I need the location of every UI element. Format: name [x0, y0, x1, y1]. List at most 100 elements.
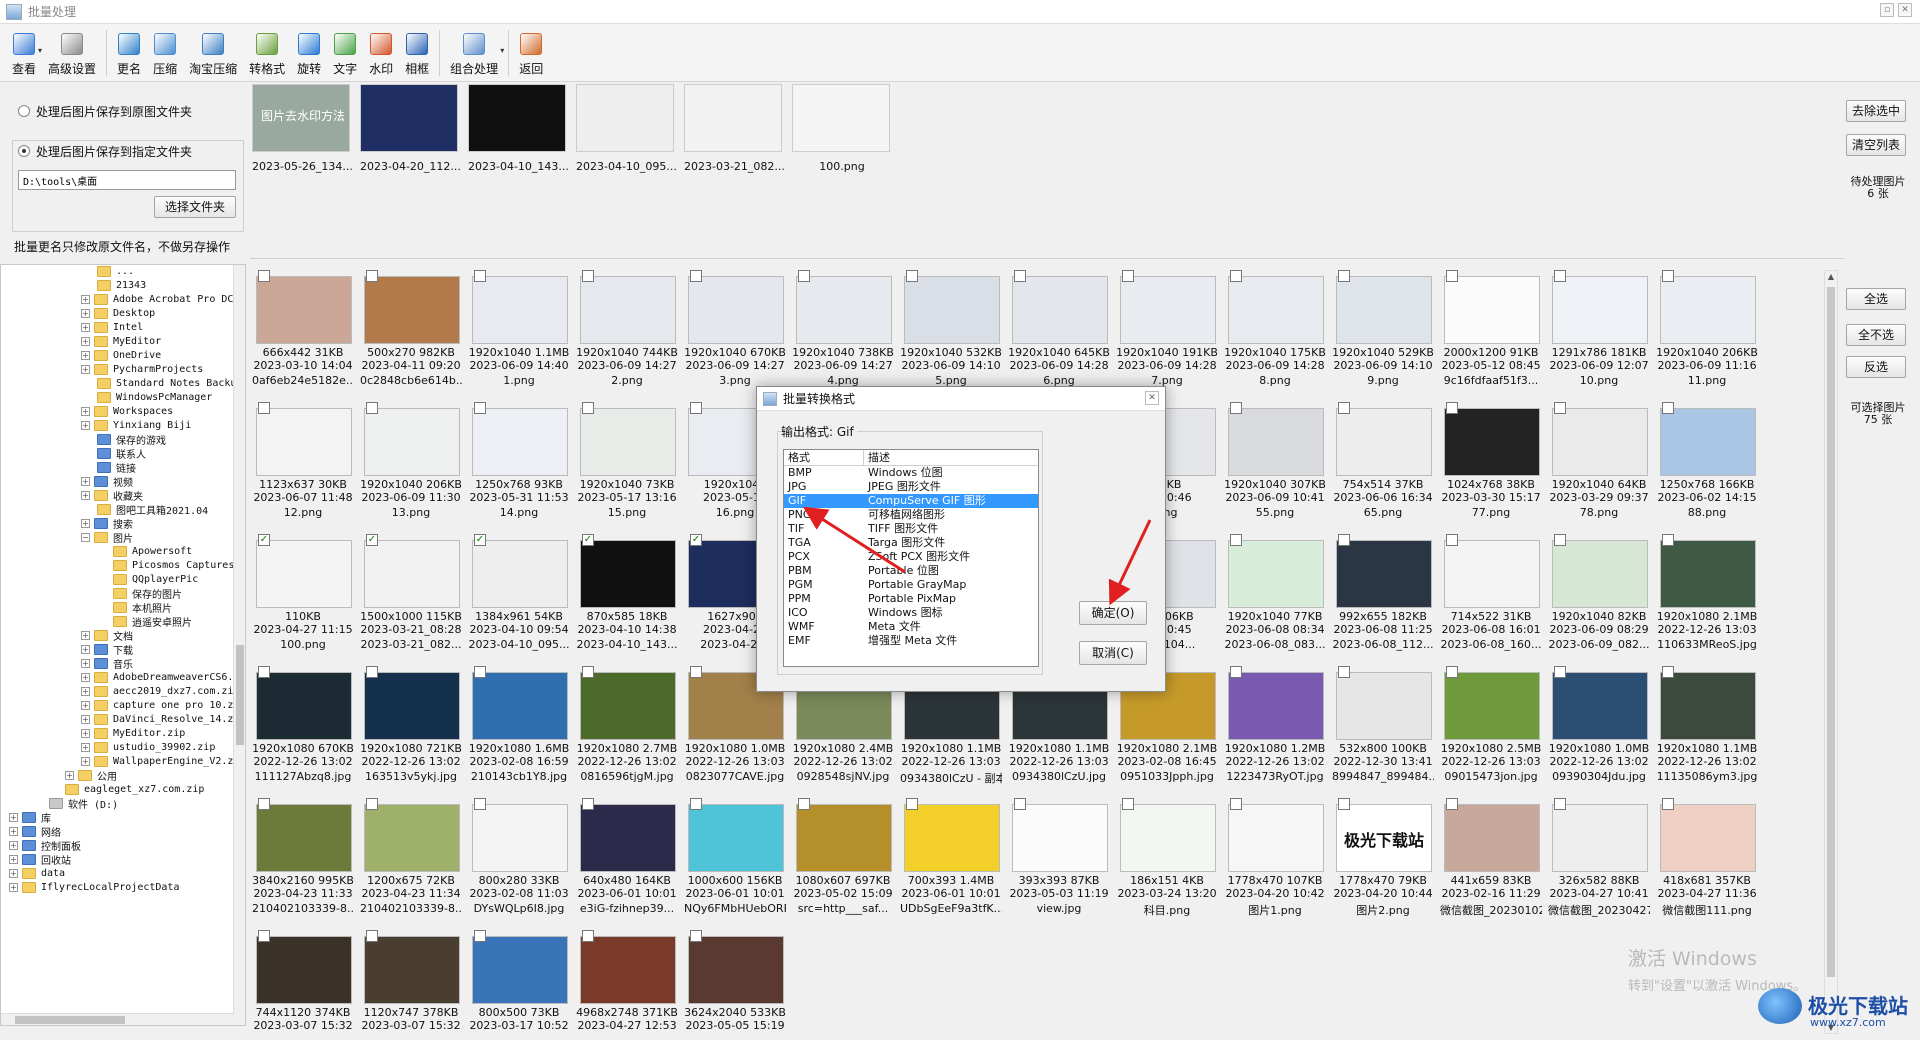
expand-icon[interactable]: +	[81, 743, 90, 752]
image-cell[interactable]: 640x480 164KB 2023-06-01 10:01 e3iG-fzihne…	[576, 796, 678, 922]
image-cell[interactable]: 1920x1040 529KB 2023-06-09 14:10 9.png	[1332, 268, 1434, 394]
select-checkbox[interactable]	[1554, 270, 1566, 282]
image-cell[interactable]: ✓ 870x585 18KB 2023-04-10 14:38 2023-04-10_…	[576, 532, 678, 658]
image-cell[interactable]: 1920x1040 738KB 2023-06-09 14:27 4.png	[792, 268, 894, 394]
image-cell[interactable]: 800x500 73KB 2023-03-17 10:52	[468, 928, 570, 1032]
image-cell[interactable]: 1920x1080 2.7MB 2022-12-26 13:02 0816596tj…	[576, 664, 678, 790]
pending-thumbnail[interactable]: 100.png	[792, 84, 892, 180]
select-checkbox[interactable]: ✓	[582, 534, 594, 546]
select-checkbox[interactable]	[366, 666, 378, 678]
expand-icon[interactable]: +	[9, 883, 18, 892]
image-cell[interactable]: 1920x1040 307KB 2023-06-09 10:41 55.png	[1224, 400, 1326, 526]
select-none-button[interactable]: 全不选	[1846, 324, 1906, 346]
image-cell[interactable]: 186x151 4KB 2023-03-24 13:20 科目.png	[1116, 796, 1218, 922]
toolbar-button-4[interactable]: 淘宝压缩	[183, 27, 243, 81]
select-checkbox[interactable]	[258, 798, 270, 810]
image-cell[interactable]: 1920x1080 2.5MB 2022-12-26 13:03 09015473j…	[1440, 664, 1542, 790]
image-cell[interactable]: 1291x786 181KB 2023-06-09 12:07 10.png	[1548, 268, 1650, 394]
toolbar-button-1[interactable]: 高级设置	[42, 27, 102, 81]
image-cell[interactable]: 1920x1040 82KB 2023-06-09 08:29 2023-06-09…	[1548, 532, 1650, 658]
format-row-gif[interactable]: GIF CompuServe GIF 图形	[784, 494, 1038, 508]
folder-tree[interactable]: + IflyrecLocalProjectData + data + 回收站 + 控制面板 + 网…	[0, 264, 246, 1026]
pending-thumbnail[interactable]: 2023-03-21_082...	[684, 84, 784, 180]
select-checkbox[interactable]: ✓	[474, 534, 486, 546]
toolbar-button-10[interactable]: 组合处理	[444, 27, 504, 81]
select-checkbox[interactable]	[1014, 798, 1026, 810]
format-list[interactable]: 格式 描述 BMP Windows 位图 JPG JPEG 图形文件 GIF CompuS…	[783, 449, 1039, 667]
select-checkbox[interactable]	[474, 666, 486, 678]
expand-icon[interactable]: +	[81, 687, 90, 696]
image-cell[interactable]: 4968x2748 371KB 2023-04-27 12:53	[576, 928, 678, 1032]
format-row-png[interactable]: PNG 可移植网络图形	[784, 508, 1038, 522]
tree-item[interactable]: ...	[97, 265, 134, 280]
select-checkbox[interactable]	[798, 270, 810, 282]
select-checkbox[interactable]	[1338, 798, 1350, 810]
image-cell[interactable]: ✓ 1500x1000 115KB 2023-03-21_08:28 2023-03-…	[360, 532, 462, 658]
expand-icon[interactable]: +	[81, 323, 90, 332]
dialog-close-icon[interactable]: ✕	[1145, 391, 1159, 405]
toolbar-button-2[interactable]: 更名	[111, 27, 147, 81]
pending-thumbnail[interactable]: 2023-04-10_143...	[468, 84, 568, 180]
expand-icon[interactable]: +	[9, 841, 18, 850]
expand-icon[interactable]: +	[81, 491, 90, 500]
image-cell[interactable]: 1123x637 30KB 2023-06-07 11:48 12.png	[252, 400, 354, 526]
folder-path-input[interactable]	[18, 170, 236, 190]
select-checkbox[interactable]: ✓	[690, 534, 702, 546]
image-cell[interactable]: 744x1120 374KB 2023-03-07 15:32	[252, 928, 354, 1032]
format-row-bmp[interactable]: BMP Windows 位图	[784, 466, 1038, 480]
select-checkbox[interactable]	[690, 402, 702, 414]
expand-icon[interactable]: +	[81, 631, 90, 640]
ok-button[interactable]: 确定(O)	[1079, 601, 1147, 625]
select-checkbox[interactable]	[474, 930, 486, 942]
save-specified-option[interactable]: 处理后图片保存到指定文件夹	[18, 142, 197, 160]
image-cell[interactable]: 1000x600 156KB 2023-06-01 10:01 NQy6FMbHUe…	[684, 796, 786, 922]
format-row-ico[interactable]: ICO Windows 图标	[784, 606, 1038, 620]
image-cell[interactable]: 3840x2160 995KB 2023-04-23 11:33 210402103…	[252, 796, 354, 922]
select-checkbox[interactable]	[1446, 798, 1458, 810]
pending-thumbnail[interactable]: 2023-04-20_112...	[360, 84, 460, 180]
select-checkbox[interactable]	[1230, 666, 1242, 678]
select-checkbox[interactable]	[258, 666, 270, 678]
toolbar-button-8[interactable]: 水印	[363, 27, 399, 81]
select-checkbox[interactable]	[906, 798, 918, 810]
select-checkbox[interactable]	[1338, 534, 1350, 546]
close-button[interactable]: ✕	[1898, 3, 1912, 17]
remove-selected-button[interactable]: 去除选中	[1846, 100, 1906, 122]
expand-icon[interactable]: +	[9, 855, 18, 864]
expand-icon[interactable]: +	[9, 869, 18, 878]
select-checkbox[interactable]	[1554, 402, 1566, 414]
select-checkbox[interactable]	[582, 402, 594, 414]
select-all-button[interactable]: 全选	[1846, 288, 1906, 310]
select-checkbox[interactable]	[690, 666, 702, 678]
select-checkbox[interactable]	[582, 930, 594, 942]
format-row-wmf[interactable]: WMF Meta 文件	[784, 620, 1038, 634]
image-cell[interactable]: 1920x1040 670KB 2023-06-09 14:27 3.png	[684, 268, 786, 394]
select-checkbox[interactable]	[582, 270, 594, 282]
image-cell[interactable]: 1920x1040 532KB 2023-06-09 14:10 5.png	[900, 268, 1002, 394]
format-row-tga[interactable]: TGA Targa 图形文件	[784, 536, 1038, 550]
image-cell[interactable]: 1920x1040 64KB 2023-03-29 09:37 78.png	[1548, 400, 1650, 526]
expand-icon[interactable]: +	[81, 295, 90, 304]
toolbar-button-11[interactable]: 返回	[513, 27, 549, 81]
image-cell[interactable]: 1920x1040 206KB 2023-06-09 11:30 13.png	[360, 400, 462, 526]
image-cell[interactable]: 1920x1080 670KB 2022-12-26 13:02 111127Abz…	[252, 664, 354, 790]
image-cell[interactable]: 1120x747 378KB 2023-03-07 15:32	[360, 928, 462, 1032]
select-checkbox[interactable]	[690, 270, 702, 282]
expand-icon[interactable]: +	[81, 729, 90, 738]
select-checkbox[interactable]	[798, 798, 810, 810]
select-checkbox[interactable]	[1230, 402, 1242, 414]
select-checkbox[interactable]	[366, 402, 378, 414]
image-cell[interactable]: 1920x1040 191KB 2023-06-09 14:28 7.png	[1116, 268, 1218, 394]
select-checkbox[interactable]	[474, 402, 486, 414]
format-row-pbm[interactable]: PBM Portable 位图	[784, 564, 1038, 578]
scroll-up-icon[interactable]: ▲	[1825, 272, 1837, 281]
select-checkbox[interactable]	[366, 930, 378, 942]
clear-list-button[interactable]: 清空列表	[1846, 134, 1906, 156]
select-checkbox[interactable]	[474, 798, 486, 810]
col-desc[interactable]: 描述	[864, 450, 890, 465]
image-cell[interactable]: 1200x675 72KB 2023-04-23 11:34 21040210333…	[360, 796, 462, 922]
image-cell[interactable]: 1920x1040 73KB 2023-05-17 13:16 15.png	[576, 400, 678, 526]
select-checkbox[interactable]	[1662, 402, 1674, 414]
expand-icon[interactable]: +	[81, 309, 90, 318]
select-checkbox[interactable]	[1662, 798, 1674, 810]
